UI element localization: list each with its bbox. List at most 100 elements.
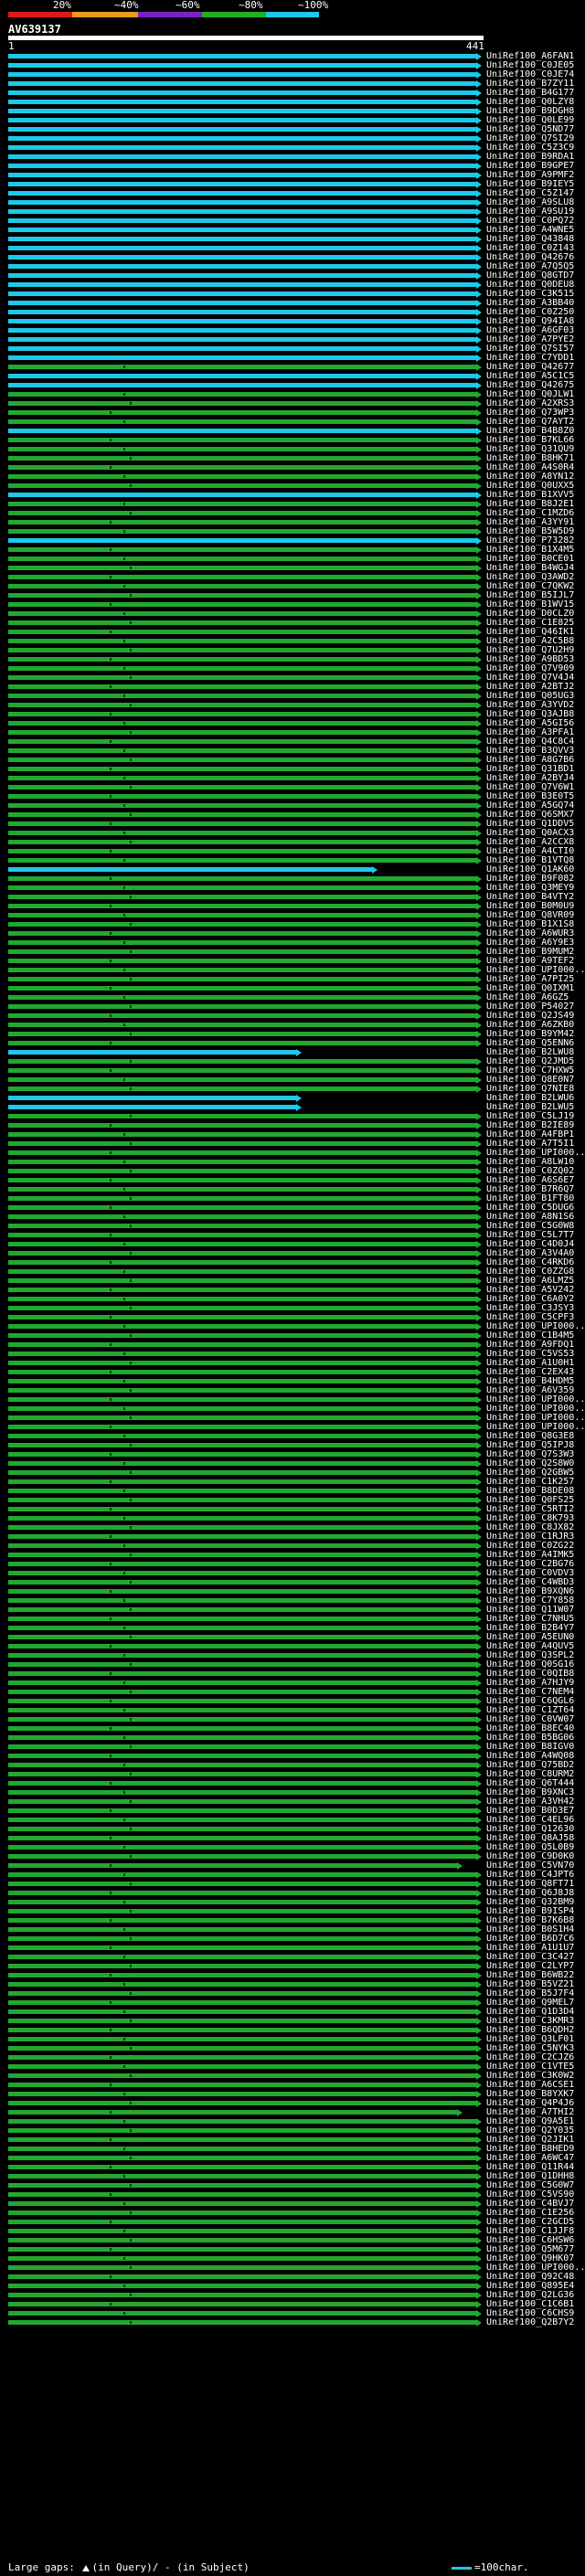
hit-alignment-bar[interactable] xyxy=(8,1863,457,1868)
hit-row[interactable]: UniRef100_UPI000... xyxy=(0,1394,585,1405)
hit-row[interactable]: UniRef100_C0Z143 xyxy=(0,243,585,253)
hit-alignment-bar[interactable] xyxy=(8,666,476,671)
hit-row[interactable]: UniRef100_A3YVD2 xyxy=(0,700,585,710)
hit-alignment-bar[interactable] xyxy=(8,767,476,771)
hit-alignment-bar[interactable] xyxy=(8,209,476,214)
hit-row[interactable]: UniRef100_C6A0Y2 xyxy=(0,1294,585,1304)
hit-alignment-bar[interactable] xyxy=(8,1772,476,1776)
hit-alignment-bar[interactable] xyxy=(8,1936,476,1941)
hit-row[interactable]: UniRef100_A3YY91 xyxy=(0,517,585,527)
hit-row[interactable]: UniRef100_Q5IPJ8 xyxy=(0,1440,585,1450)
hit-alignment-bar[interactable] xyxy=(8,1617,476,1621)
hit-row[interactable]: UniRef100_C1E825 xyxy=(0,618,585,628)
hit-row[interactable]: UniRef100_Q8FT71 xyxy=(0,1879,585,1889)
hit-alignment-bar[interactable] xyxy=(8,1571,476,1575)
hit-row[interactable]: UniRef100_A4QUV5 xyxy=(0,1641,585,1651)
hit-row[interactable]: UniRef100_A4S0R4 xyxy=(0,462,585,472)
hit-row[interactable]: UniRef100_Q3AJB8 xyxy=(0,709,585,719)
hit-alignment-bar[interactable] xyxy=(8,2083,476,2087)
hit-row[interactable]: UniRef100_A2C5B8 xyxy=(0,636,585,646)
hit-row[interactable]: UniRef100_Q5ENN6 xyxy=(0,1038,585,1048)
hit-alignment-bar[interactable] xyxy=(8,1114,476,1118)
hit-alignment-bar[interactable] xyxy=(8,831,476,835)
hit-row[interactable]: UniRef100_A8G7B6 xyxy=(0,755,585,765)
hit-row[interactable]: UniRef100_C5VS90 xyxy=(0,2189,585,2200)
hit-alignment-bar[interactable] xyxy=(8,1662,476,1667)
hit-alignment-bar[interactable] xyxy=(8,493,476,497)
hit-alignment-bar[interactable] xyxy=(8,858,476,863)
hit-row[interactable]: UniRef100_A7T5I1 xyxy=(0,1139,585,1149)
hit-alignment-bar[interactable] xyxy=(8,228,476,232)
hit-row[interactable]: UniRef100_A1U0H1 xyxy=(0,1358,585,1368)
hit-alignment-bar[interactable] xyxy=(8,593,476,598)
hit-row[interactable]: UniRef100_Q0SG16 xyxy=(0,1659,585,1670)
hit-alignment-bar[interactable] xyxy=(8,1214,476,1219)
hit-row[interactable]: UniRef100_B0D3E7 xyxy=(0,1806,585,1816)
hit-row[interactable]: UniRef100_Q5L0B9 xyxy=(0,1842,585,1852)
hit-alignment-bar[interactable] xyxy=(8,438,476,442)
hit-row[interactable]: UniRef100_A2XRS3 xyxy=(0,398,585,408)
hit-alignment-bar[interactable] xyxy=(8,1909,476,1913)
hit-alignment-bar[interactable] xyxy=(8,1388,476,1393)
hit-alignment-bar[interactable] xyxy=(8,785,476,790)
hit-row[interactable]: UniRef100_C3K0W2 xyxy=(0,2071,585,2081)
hit-row[interactable]: UniRef100_A6S6E7 xyxy=(0,1175,585,1185)
hit-row[interactable]: UniRef100_A4CTI0 xyxy=(0,846,585,856)
hit-alignment-bar[interactable] xyxy=(8,72,476,77)
hit-row[interactable]: UniRef100_Q7U2H9 xyxy=(0,645,585,655)
hit-alignment-bar[interactable] xyxy=(8,410,476,415)
hit-alignment-bar[interactable] xyxy=(8,1068,476,1073)
hit-row[interactable]: UniRef100_C4JPT6 xyxy=(0,1870,585,1880)
hit-row[interactable]: UniRef100_C0VDV3 xyxy=(0,1568,585,1578)
hit-row[interactable]: UniRef100_A5C1C5 xyxy=(0,371,585,381)
hit-alignment-bar[interactable] xyxy=(8,986,476,991)
hit-row[interactable]: UniRef100_Q2Y035 xyxy=(0,2125,585,2136)
hit-alignment-bar[interactable] xyxy=(8,2073,476,2078)
hit-alignment-bar[interactable] xyxy=(8,355,476,360)
hit-row[interactable]: UniRef100_Q75BD2 xyxy=(0,1760,585,1770)
hit-alignment-bar[interactable] xyxy=(8,401,476,406)
hit-alignment-bar[interactable] xyxy=(8,1242,476,1246)
hit-alignment-bar[interactable] xyxy=(8,1479,476,1484)
hit-alignment-bar[interactable] xyxy=(8,1854,476,1859)
hit-row[interactable]: UniRef100_B4G177 xyxy=(0,88,585,98)
hit-row[interactable]: UniRef100_C4D0J4 xyxy=(0,1239,585,1249)
hit-row[interactable]: UniRef100_Q7V6W1 xyxy=(0,782,585,792)
hit-alignment-bar[interactable] xyxy=(8,383,476,387)
hit-row[interactable]: UniRef100_Q2GBW5 xyxy=(0,1468,585,1478)
hit-row[interactable]: UniRef100_B7R6Q7 xyxy=(0,1184,585,1194)
hit-row[interactable]: UniRef100_C5L7T7 xyxy=(0,1230,585,1240)
hit-row[interactable]: UniRef100_B9DGH8 xyxy=(0,106,585,116)
hit-alignment-bar[interactable] xyxy=(8,1324,476,1329)
hit-row[interactable]: UniRef100_A7THI2 xyxy=(0,2107,585,2117)
hit-row[interactable]: UniRef100_C4WBD3 xyxy=(0,1577,585,1587)
hit-row[interactable]: UniRef100_Q2JMD5 xyxy=(0,1056,585,1066)
hit-row[interactable]: UniRef100_B2IE89 xyxy=(0,1120,585,1130)
hit-row[interactable]: UniRef100_C9D0K0 xyxy=(0,1851,585,1861)
hit-row[interactable]: UniRef100_Q3AWD2 xyxy=(0,572,585,582)
hit-row[interactable]: UniRef100_B1WV15 xyxy=(0,599,585,610)
hit-row[interactable]: UniRef100_Q7V4J4 xyxy=(0,673,585,683)
hit-row[interactable]: UniRef100_C0Z250 xyxy=(0,307,585,317)
hit-alignment-bar[interactable] xyxy=(8,776,476,780)
hit-alignment-bar[interactable] xyxy=(8,136,476,141)
hit-alignment-bar[interactable] xyxy=(8,2320,476,2325)
hit-alignment-bar[interactable] xyxy=(8,1589,476,1594)
hit-row[interactable]: UniRef100_A6LMZ5 xyxy=(0,1276,585,1286)
hit-alignment-bar[interactable] xyxy=(8,1443,476,1447)
hit-row[interactable]: UniRef100_A9BD53 xyxy=(0,654,585,664)
hit-alignment-bar[interactable] xyxy=(8,1516,476,1521)
hit-row[interactable]: UniRef100_Q31QU9 xyxy=(0,444,585,454)
hit-alignment-bar[interactable] xyxy=(8,1708,476,1712)
hit-row[interactable]: UniRef100_B1X4M5 xyxy=(0,545,585,555)
hit-alignment-bar[interactable] xyxy=(8,1964,476,1968)
hit-alignment-bar[interactable] xyxy=(8,575,476,579)
hit-row[interactable]: UniRef100_A3BB40 xyxy=(0,298,585,308)
hit-alignment-bar[interactable] xyxy=(8,1041,476,1045)
hit-row[interactable]: UniRef100_A9FDQ1 xyxy=(0,1340,585,1350)
hit-alignment-bar[interactable] xyxy=(8,1278,476,1283)
hit-alignment-bar[interactable] xyxy=(8,310,476,314)
hit-row[interactable]: UniRef100_Q9MEL7 xyxy=(0,1998,585,2008)
hit-alignment-bar[interactable] xyxy=(8,109,476,113)
hit-alignment-bar[interactable] xyxy=(8,1187,476,1192)
